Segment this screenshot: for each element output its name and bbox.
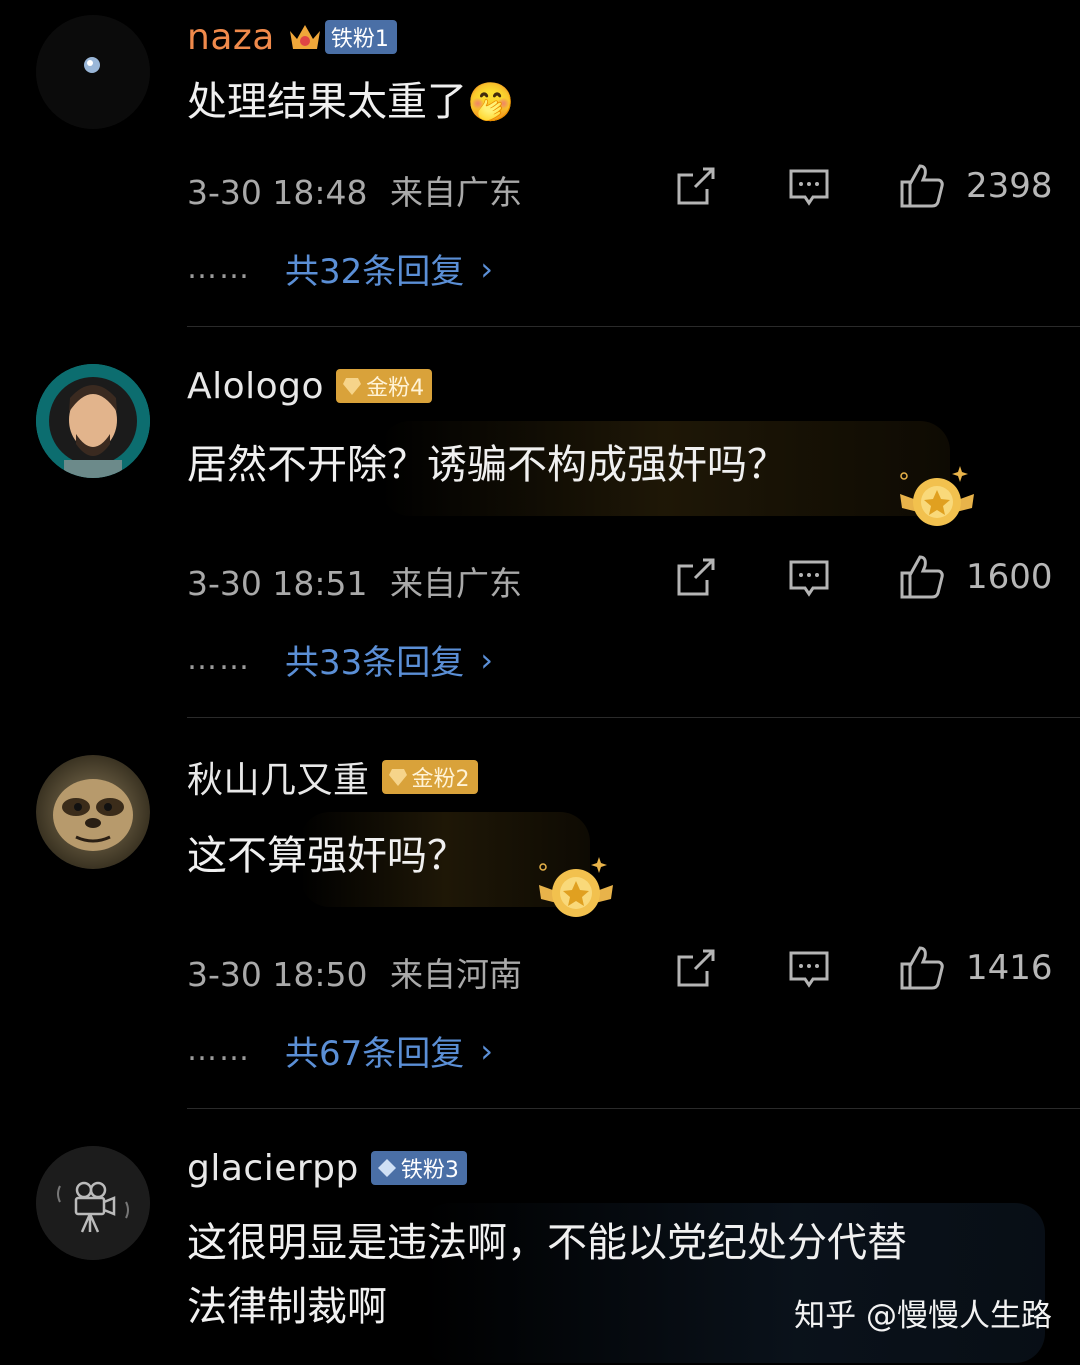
like-count: 1600 — [966, 557, 1053, 597]
timestamp: 3-30 18:51 — [187, 564, 368, 603]
replies-row[interactable]: …… 共67条回复 › — [187, 1026, 493, 1075]
chevron-right-icon: › — [480, 249, 494, 288]
username-row: glacierpp 铁粉3 — [187, 1143, 467, 1193]
reply-ellipsis: …… — [187, 251, 251, 286]
avatar-image — [36, 364, 150, 478]
fan-badge: 铁粉1 — [324, 20, 397, 54]
gem-icon — [388, 767, 408, 787]
reply-ellipsis: …… — [187, 642, 251, 677]
comment-item: naza 铁粉1 处理结果太重了🤭 3-30 18:48 来自广东 2398 …… — [0, 0, 1080, 327]
like-icon[interactable] — [898, 944, 946, 992]
like-count: 1416 — [966, 948, 1053, 988]
view-replies-link[interactable]: 共33条回复 — [285, 635, 464, 684]
comment-meta: 3-30 18:48 来自广东 — [187, 166, 522, 214]
share-icon[interactable] — [673, 165, 717, 209]
badge-label: 金粉4 — [366, 376, 425, 401]
badge-label: 铁粉1 — [330, 27, 389, 52]
comment-text: 处理结果太重了🤭 — [187, 70, 514, 134]
comment-meta: 3-30 18:50 来自河南 — [187, 948, 522, 996]
share-icon[interactable] — [673, 556, 717, 600]
timestamp: 3-30 18:50 — [187, 955, 368, 994]
view-replies-link[interactable]: 共67条回复 — [285, 1026, 464, 1075]
location: 来自广东 — [390, 564, 522, 603]
badge-label: 金粉2 — [411, 767, 470, 792]
replies-row[interactable]: …… 共32条回复 › — [187, 244, 493, 293]
comment-text-line: 法律制裁啊 — [187, 1284, 387, 1330]
comment-meta: 3-30 18:51 来自广东 — [187, 557, 522, 605]
avatar[interactable] — [36, 1146, 150, 1260]
like-icon[interactable] — [898, 162, 946, 210]
timestamp: 3-30 18:48 — [187, 173, 368, 212]
medal-icon — [892, 464, 982, 534]
badge-label: 铁粉3 — [400, 1158, 459, 1183]
medal-icon — [531, 855, 621, 925]
avatar[interactable] — [36, 755, 150, 869]
chevron-right-icon: › — [480, 640, 494, 679]
username-row: 秋山几又重 金粉2 — [187, 752, 478, 802]
chevron-right-icon: › — [480, 1031, 494, 1070]
gem-icon — [342, 376, 362, 396]
emoji: 🤭 — [467, 80, 515, 124]
replies-row[interactable]: …… 共33条回复 › — [187, 635, 493, 684]
username[interactable]: glacierpp — [187, 1148, 359, 1189]
like-count: 2398 — [966, 166, 1053, 206]
location: 来自广东 — [390, 173, 522, 212]
avatar[interactable] — [36, 364, 150, 478]
username[interactable]: Alologo — [187, 366, 324, 407]
avatar-image — [36, 755, 150, 869]
gem-icon — [377, 1158, 397, 1178]
share-icon[interactable] — [673, 947, 717, 991]
avatar[interactable] — [36, 15, 150, 129]
comment-text: 这不算强奸吗？ — [187, 833, 467, 879]
fan-badge: 金粉2 — [381, 760, 478, 794]
location: 来自河南 — [390, 955, 522, 994]
username-row: Alologo 金粉4 — [187, 361, 433, 411]
view-replies-link[interactable]: 共32条回复 — [285, 244, 464, 293]
comment-icon[interactable] — [787, 947, 831, 991]
username[interactable]: 秋山几又重 — [187, 751, 370, 803]
comment-icon[interactable] — [787, 165, 831, 209]
comment-text: 居然不开除？诱骗不构成强奸吗？ — [187, 442, 787, 488]
username-row: naza 铁粉1 — [187, 12, 397, 62]
reply-ellipsis: …… — [187, 1033, 251, 1068]
like-icon[interactable] — [898, 553, 946, 601]
username[interactable]: naza — [187, 17, 275, 58]
comment-text-line: 这很明显是违法啊，不能以党纪处分代替 — [187, 1220, 907, 1266]
comment-item: Alologo 金粉4 居然不开除？诱骗不构成强奸吗？ 3-30 18:51 来… — [0, 327, 1080, 719]
fan-badge: 铁粉3 — [370, 1151, 467, 1185]
avatar-image — [36, 1146, 150, 1260]
avatar-image — [36, 15, 150, 129]
crown-icon — [287, 19, 323, 55]
comment-icon[interactable] — [787, 556, 831, 600]
comment-text-body: 处理结果太重了 — [187, 79, 467, 125]
comment-item: 秋山几又重 金粉2 这不算强奸吗？ 3-30 18:50 来自河南 1416 …… — [0, 718, 1080, 1110]
fan-badge: 金粉4 — [336, 369, 433, 403]
watermark: 知乎 @慢慢人生路 — [794, 1298, 1052, 1334]
